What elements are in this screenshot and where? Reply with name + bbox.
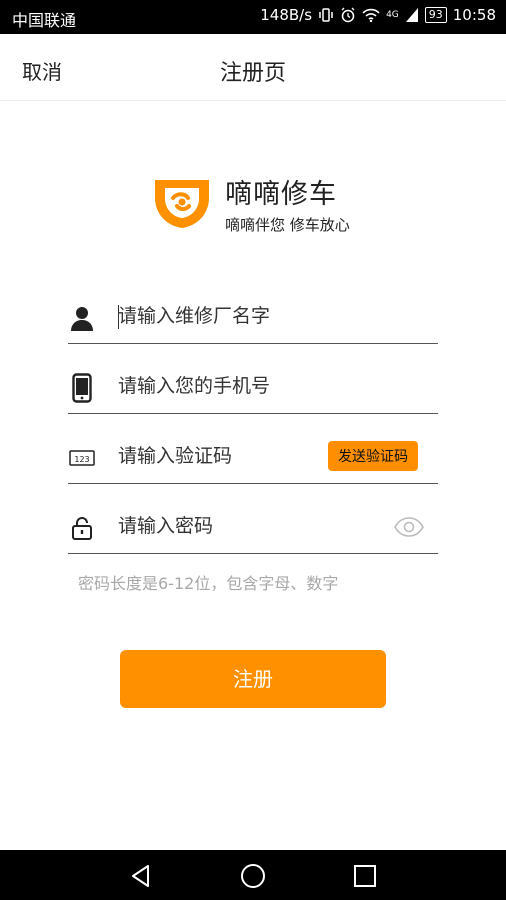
brand-block: 嘀嘀修车 嘀嘀伴您 修车放心	[153, 172, 413, 242]
signal-icon	[405, 8, 418, 22]
alarm-icon	[341, 7, 355, 23]
status-icons: 148B/s 4G 93 10:58	[260, 6, 496, 24]
lock-icon	[68, 513, 96, 543]
net-speed: 148B/s	[260, 6, 313, 24]
send-code-button[interactable]: 发送验证码	[328, 441, 418, 471]
brand-slogan: 嘀嘀伴您 修车放心	[225, 216, 350, 234]
network-type: 4G	[386, 10, 399, 20]
phone-icon	[68, 373, 96, 403]
carrier-label: 中国联通	[12, 11, 77, 30]
status-bar: 中国联通 148B/s 4G 93 10:58	[0, 0, 506, 34]
password-input[interactable]	[118, 515, 378, 537]
clock: 10:58	[452, 6, 496, 24]
recents-icon[interactable]	[352, 863, 378, 889]
eye-icon[interactable]	[394, 517, 424, 537]
register-button[interactable]: 注册	[120, 650, 386, 708]
text-cursor	[118, 305, 119, 329]
svg-text:123: 123	[74, 455, 89, 464]
header: 取消 注册页	[0, 34, 506, 101]
phone-input[interactable]	[118, 375, 378, 397]
shop-name-input[interactable]	[118, 305, 378, 327]
wifi-icon	[362, 8, 380, 23]
password-hint: 密码长度是6-12位，包含字母、数字	[78, 574, 339, 593]
home-icon[interactable]	[240, 863, 266, 889]
vibrate-icon	[319, 8, 333, 22]
keypad-123-icon: 123	[68, 443, 96, 473]
code-field: 123 发送验证码	[68, 433, 438, 484]
shop-name-field	[68, 293, 438, 344]
system-nav-bar	[0, 850, 506, 900]
phone-field	[68, 363, 438, 414]
battery-indicator: 93	[424, 7, 447, 23]
app-logo-icon	[155, 180, 209, 228]
brand-name: 嘀嘀修车	[225, 179, 337, 210]
back-icon[interactable]	[128, 863, 154, 889]
page-title: 注册页	[219, 61, 286, 86]
password-field	[68, 503, 438, 554]
user-icon	[68, 303, 96, 333]
